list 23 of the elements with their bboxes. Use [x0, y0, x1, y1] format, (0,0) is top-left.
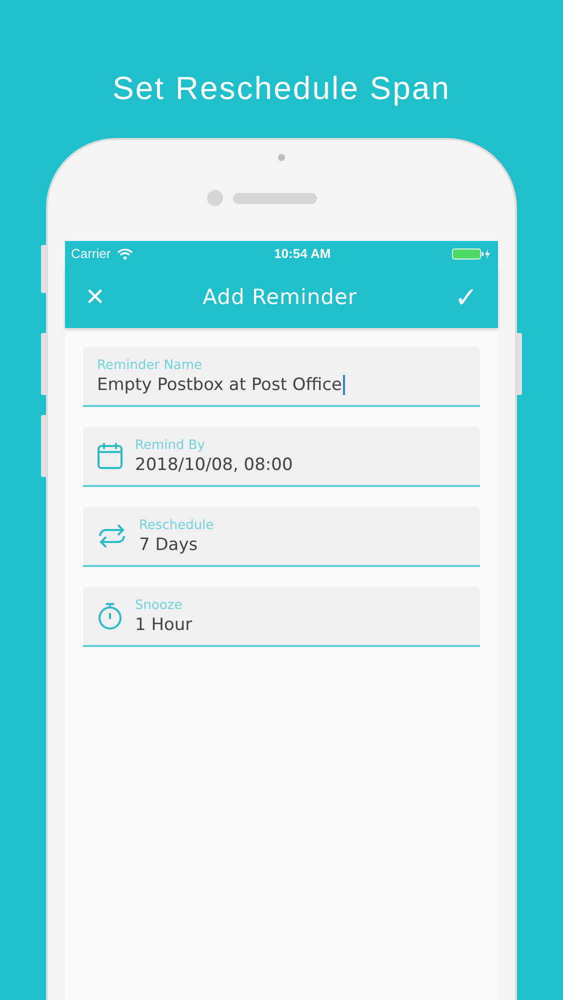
- field-label: Reminder Name: [97, 358, 204, 372]
- field-label: Remind By: [135, 438, 206, 452]
- stopwatch-icon: [97, 602, 123, 630]
- status-time: 10:54 AM: [274, 246, 331, 261]
- carrier-label: Carrier: [71, 246, 111, 261]
- front-camera: [206, 190, 222, 206]
- battery-icon: [452, 248, 492, 260]
- field-value: Empty Postbox at Post Office: [97, 374, 346, 394]
- field-value: 1 Hour: [135, 614, 194, 634]
- field-label: Reschedule: [139, 518, 214, 532]
- input-field[interactable]: Snooze 1 Hour: [83, 587, 480, 647]
- field-value: 2018/10/08, 08:00: [135, 454, 294, 474]
- input-field[interactable]: Reschedule 7 Days: [83, 507, 480, 567]
- input-field[interactable]: Reminder Name Empty Postbox at Post Office: [83, 347, 480, 407]
- headline: Set Reschedule Span: [112, 70, 451, 107]
- field-label: Snooze: [135, 598, 184, 612]
- wifi-icon: [116, 248, 133, 260]
- repeat-icon: [97, 522, 127, 550]
- calendar-icon: [97, 442, 123, 470]
- input-field[interactable]: Remind By 2018/10/08, 08:00: [83, 427, 480, 487]
- field-value: 7 Days: [139, 534, 199, 554]
- screen-title: Add Reminder: [202, 285, 358, 309]
- camera-dot: [278, 154, 285, 161]
